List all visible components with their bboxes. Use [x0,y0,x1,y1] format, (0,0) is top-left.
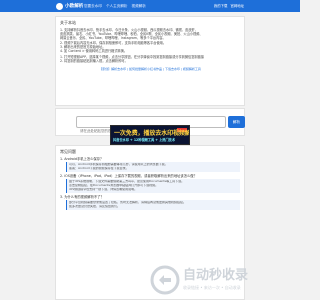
faq-answer: 由于iOS系统限制，下载文件需要借助第三方App，建议使用Documents等工… [66,179,240,193]
help-links[interactable]: 【原创】解析去水印 | 如何批量解析小红书作品 | 下载去水印 | 视频解析工具 [60,67,240,71]
faq-answer: 部分平台视频需要登录或设置了隐私，暂时无法解析，请稍后再试或更换其他视频链接。 … [66,200,240,210]
faq-question: 2. iOS设备（iPhone、iPad、iPod）上保存下载的视频，或者获取解… [60,174,197,179]
faq-answer-line: iOS快捷指令也支持一键下载，详情查看使用说明。 [69,188,138,192]
usage-line: 2. 将复制的链接粘贴到输入框，点击解析即可。 [60,59,128,64]
main-nav: 您要去水印 个人主页解析 视频解析 [84,2,146,10]
faq-answer-line: 答案：Android下载的视频保存在下载目录。 [69,167,129,171]
faq-question: 1. Android手机上怎么保存？ [60,157,104,161]
instructions-panel: 关于本站 1. 支持解析抖音去水印、快手去水印、今日头条、火山小视频、西瓜视频去… [55,16,245,106]
faq-answer: 可以，Android手机保存到相册需要等待几秒，请使用以上的浏览器下载。 答案：… [66,162,240,173]
banner-subline: 抖音去水印 + 12种视频工具 + 上热门技术 [113,137,176,142]
watermark-title: 自动秒收录 [183,268,249,283]
auto-index-watermark: 自动秒收录 收录链接 • 来访一次 • 自动收录 [150,262,270,298]
parse-button[interactable]: 解析 [228,116,245,128]
instructions-title: 关于本站 [60,20,76,25]
banner-headline: 一次免费，播放去水印视频解析 [114,129,190,137]
watermark-subtitle: 收录链接 • 来访一次 • 自动收录 [183,285,241,290]
nav-item-profile[interactable]: 个人主页解析 [106,2,128,10]
nav-item-watermark[interactable]: 您要去水印 [84,2,102,10]
site-logo[interactable]: 小欧解析 [56,1,83,11]
ad-banner[interactable]: 一次免费，播放去水印视频解析 抖音去水印 + 12种视频工具 + 上热门技术 [110,125,190,145]
nav-item-video[interactable]: 视频解析 [132,2,146,10]
watermark-logo-icon [150,265,180,295]
nav-item-downloads[interactable]: 我的下载 [214,2,228,10]
faq-title: 常见问题 [60,149,76,154]
faq-question: 3. 为什么有的视频解析不了？ [60,194,104,199]
right-nav: 我的下载 官网地址 [214,2,244,10]
nav-item-official[interactable]: 官网地址 [230,2,244,10]
faq-answer-line: 如多次尝试仍然失败，请反馈给我们。 [69,205,121,209]
logo-icon [56,2,63,10]
logo-text: 小欧解析 [65,4,84,9]
top-navbar: 小欧解析 您要去水印 个人主页解析 视频解析 我的下载 官网地址 [0,0,300,12]
